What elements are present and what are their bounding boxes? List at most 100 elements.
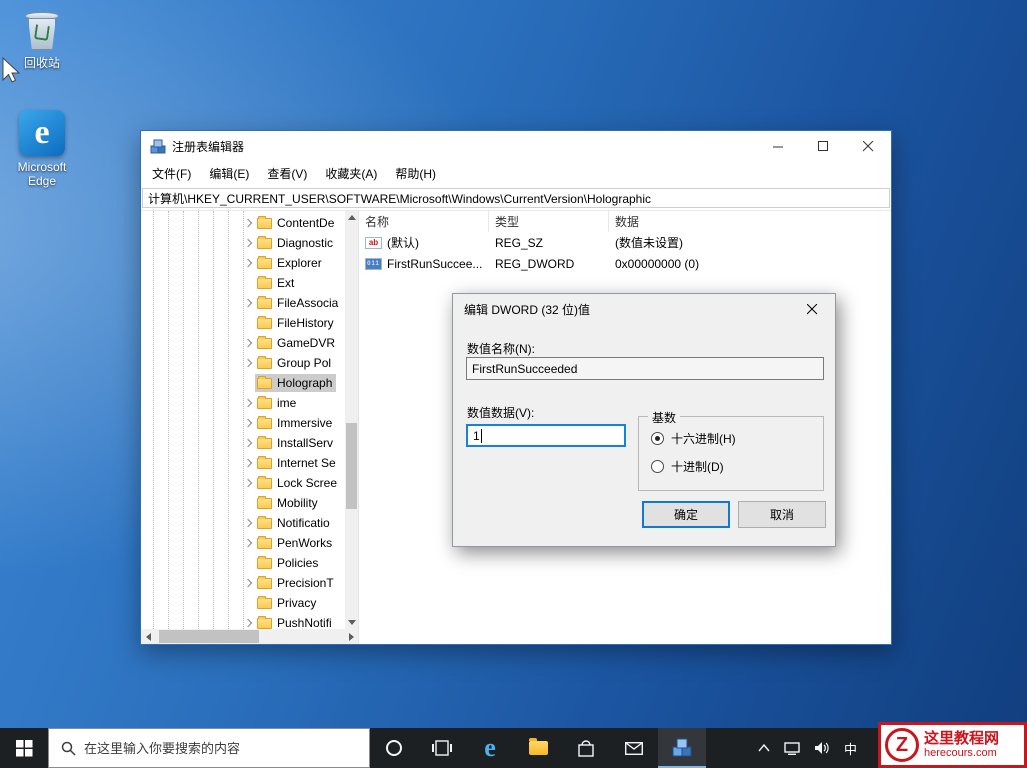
tree-item-grouppol[interactable]: Group Pol xyxy=(141,353,345,373)
folder-icon xyxy=(257,518,272,529)
tree-item-notificatio[interactable]: Notificatio xyxy=(141,513,345,533)
radio-checked-icon[interactable] xyxy=(651,432,664,445)
tree-item-policies[interactable]: Policies xyxy=(141,553,345,573)
taskbar-cortana-button[interactable] xyxy=(370,728,418,768)
menu-edit[interactable]: 编辑(E) xyxy=(200,162,258,187)
chevron-right-icon[interactable] xyxy=(241,516,255,530)
chevron-right-icon[interactable] xyxy=(241,356,255,370)
tree-horizontal-scrollbar[interactable] xyxy=(141,629,359,644)
ime-indicator[interactable]: 中 xyxy=(844,739,857,758)
tree-item-contentde[interactable]: ContentDe xyxy=(141,213,345,233)
chevron-right-icon xyxy=(241,556,255,570)
base-groupbox: 基数 十六进制(H) 十进制(D) xyxy=(638,416,824,491)
tree-item-holographic-selected[interactable]: Holograph xyxy=(141,373,345,393)
desktop-icon-edge[interactable]: Microsoft Edge xyxy=(6,110,78,188)
chevron-right-icon[interactable] xyxy=(241,436,255,450)
tree-item-fileassocia[interactable]: FileAssocia xyxy=(141,293,345,313)
mail-icon xyxy=(625,742,643,755)
taskbar-mail-button[interactable] xyxy=(610,728,658,768)
chevron-right-icon[interactable] xyxy=(241,416,255,430)
vertical-scroll-thumb[interactable] xyxy=(346,423,357,509)
menu-file[interactable]: 文件(F) xyxy=(143,162,200,187)
tree-item-ime[interactable]: ime xyxy=(141,393,345,413)
folder-icon xyxy=(257,278,272,289)
taskbar-explorer-button[interactable] xyxy=(514,728,562,768)
scroll-left-icon[interactable] xyxy=(141,629,156,644)
chevron-right-icon[interactable] xyxy=(241,216,255,230)
tray-expand-icon[interactable] xyxy=(758,744,770,752)
address-bar xyxy=(141,187,891,211)
tree-item-label: Mobility xyxy=(277,496,318,510)
scroll-down-icon[interactable] xyxy=(345,616,358,629)
address-input[interactable] xyxy=(142,188,890,208)
menu-view[interactable]: 查看(V) xyxy=(258,162,316,187)
tree-item-ext[interactable]: Ext xyxy=(141,273,345,293)
radio-decimal[interactable]: 十进制(D) xyxy=(651,458,724,475)
chevron-right-icon[interactable] xyxy=(241,616,255,630)
dialog-title-bar[interactable]: 编辑 DWORD (32 位)值 xyxy=(453,294,835,324)
taskbar-taskview-button[interactable] xyxy=(418,728,466,768)
value-row-default[interactable]: (默认) REG_SZ (数值未设置) xyxy=(359,232,891,253)
minimize-button[interactable] xyxy=(756,131,801,162)
horizontal-scroll-thumb[interactable] xyxy=(159,630,259,643)
taskbar-search-box[interactable] xyxy=(48,728,370,768)
chevron-right-icon[interactable] xyxy=(241,476,255,490)
start-button[interactable] xyxy=(0,728,48,768)
chevron-right-icon[interactable] xyxy=(241,336,255,350)
tree-item-gamedvr[interactable]: GameDVR xyxy=(141,333,345,353)
column-header-name[interactable]: 名称 xyxy=(359,211,489,232)
chevron-right-icon[interactable] xyxy=(241,236,255,250)
tree-item-label: GameDVR xyxy=(277,336,335,350)
close-button[interactable] xyxy=(846,131,891,162)
value-name-field[interactable]: FirstRunSucceeded xyxy=(466,357,824,380)
cancel-button[interactable]: 取消 xyxy=(738,501,826,528)
taskbar-store-button[interactable] xyxy=(562,728,610,768)
volume-icon[interactable] xyxy=(814,741,830,755)
tree-item-penworks[interactable]: PenWorks xyxy=(141,533,345,553)
tree-item-label: Holograph xyxy=(277,376,332,390)
taskbar-edge-button[interactable] xyxy=(466,728,514,768)
chevron-right-icon[interactable] xyxy=(241,256,255,270)
radio-hexadecimal[interactable]: 十六进制(H) xyxy=(651,430,736,447)
network-icon[interactable] xyxy=(784,742,800,755)
taskbar-regedit-button[interactable] xyxy=(658,728,706,768)
folder-icon xyxy=(257,258,272,269)
maximize-button[interactable] xyxy=(801,131,846,162)
column-header-data[interactable]: 数据 xyxy=(609,211,891,232)
search-input[interactable] xyxy=(84,741,369,756)
value-row-firstrunsucceeded[interactable]: FirstRunSuccee... REG_DWORD 0x00000000 (… xyxy=(359,253,891,274)
chevron-right-icon[interactable] xyxy=(241,296,255,310)
tree-item-mobility[interactable]: Mobility xyxy=(141,493,345,513)
ok-button[interactable]: 确定 xyxy=(642,501,730,528)
scroll-right-icon[interactable] xyxy=(344,629,359,644)
chevron-right-icon[interactable] xyxy=(241,456,255,470)
title-bar[interactable]: 注册表编辑器 xyxy=(141,131,891,162)
chevron-right-icon[interactable] xyxy=(241,536,255,550)
chevron-right-icon[interactable] xyxy=(241,396,255,410)
tree-item-diagnostic[interactable]: Diagnostic xyxy=(141,233,345,253)
tree-item-internetse[interactable]: Internet Se xyxy=(141,453,345,473)
radio-unchecked-icon[interactable] xyxy=(651,460,664,473)
menu-favorites[interactable]: 收藏夹(A) xyxy=(316,162,386,187)
folder-icon xyxy=(257,618,272,629)
value-type: REG_SZ xyxy=(489,236,609,250)
tree-item-precisiont[interactable]: PrecisionT xyxy=(141,573,345,593)
scroll-up-icon[interactable] xyxy=(345,211,358,224)
tree-item-filehistory[interactable]: FileHistory xyxy=(141,313,345,333)
value-data-input[interactable]: 1 xyxy=(466,424,626,447)
tree-vertical-scrollbar[interactable] xyxy=(345,211,358,629)
tree-item-immersive[interactable]: Immersive xyxy=(141,413,345,433)
tree-item-installserv[interactable]: InstallServ xyxy=(141,433,345,453)
tree-item-privacy[interactable]: Privacy xyxy=(141,593,345,613)
window-title: 注册表编辑器 xyxy=(172,138,244,155)
file-explorer-icon xyxy=(529,741,548,755)
chevron-right-icon[interactable] xyxy=(241,576,255,590)
value-data-text: 1 xyxy=(473,429,480,443)
folder-icon xyxy=(257,318,272,329)
tree-item-explorer[interactable]: Explorer xyxy=(141,253,345,273)
dialog-close-button[interactable] xyxy=(790,294,835,324)
column-header-type[interactable]: 类型 xyxy=(489,211,609,232)
edit-dword-dialog: 编辑 DWORD (32 位)值 数值名称(N): FirstRunSuccee… xyxy=(452,293,836,547)
tree-item-lockscree[interactable]: Lock Scree xyxy=(141,473,345,493)
menu-help[interactable]: 帮助(H) xyxy=(386,162,445,187)
